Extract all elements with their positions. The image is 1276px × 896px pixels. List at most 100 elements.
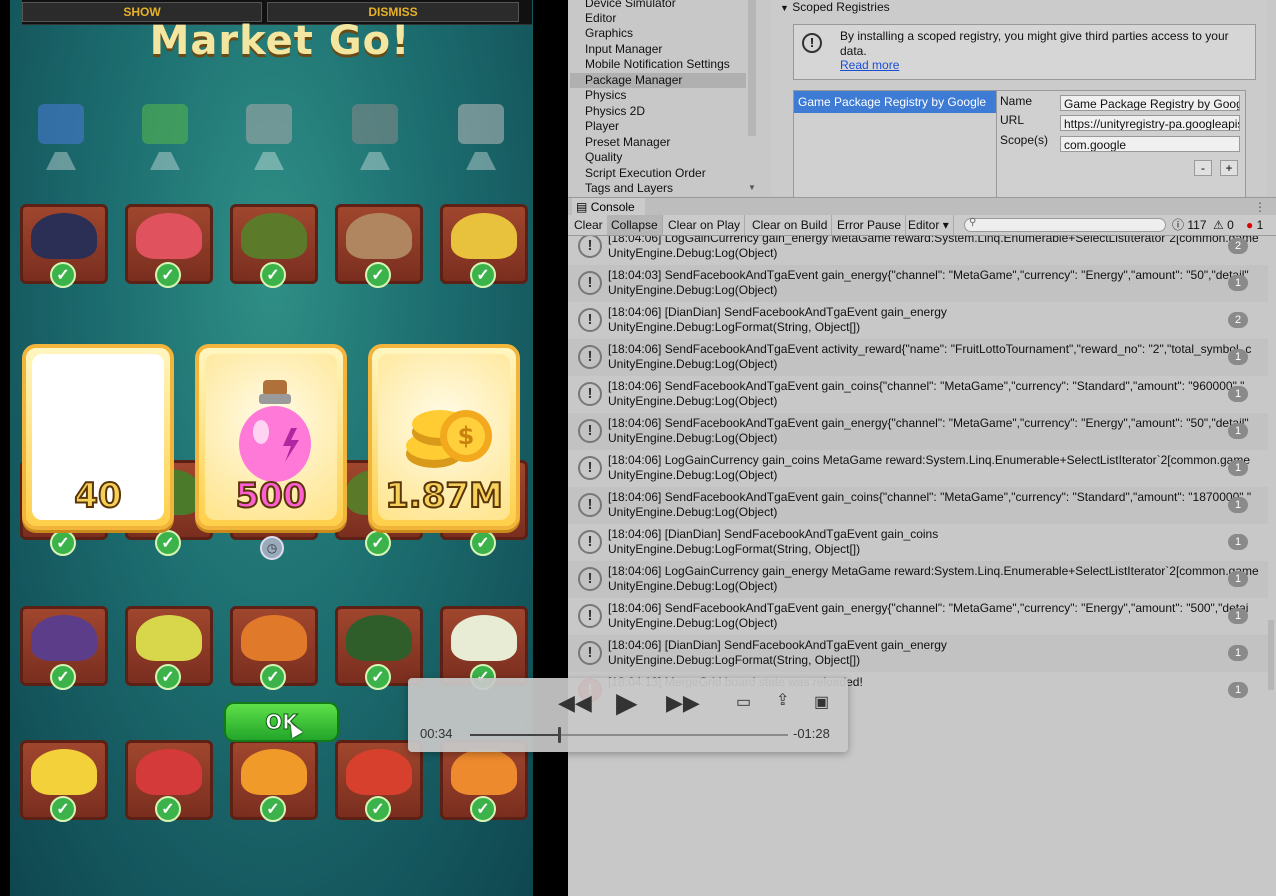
check-icon: ✓ [470, 262, 496, 288]
reward-card: $ 1.87M [368, 344, 520, 530]
check-icon: ✓ [155, 530, 181, 556]
settings-item-physics-2d[interactable]: Physics 2D [585, 104, 645, 119]
progress-handle[interactable] [558, 727, 562, 743]
fast-forward-icon[interactable]: ▶▶ [666, 690, 700, 716]
gift-box-icon [352, 104, 398, 144]
clear-on-build-button[interactable]: Clear on Build [748, 215, 833, 235]
gift-box-icon [38, 104, 84, 144]
console-log-row[interactable]: ! [18:04:06] LogGainCurrency gain_energy … [568, 561, 1268, 598]
log-count-badge: 1 [1228, 608, 1248, 624]
warning-count-toggle[interactable]: ⚠ 0 [1213, 217, 1234, 233]
settings-item-graphics[interactable]: Graphics [585, 26, 633, 41]
settings-item-tags-and-layers[interactable]: Tags and Layers [585, 181, 673, 196]
clear-on-play-button[interactable]: Clear on Play [664, 215, 746, 235]
settings-item-mobile-notification-settings[interactable]: Mobile Notification Settings [585, 57, 730, 72]
warning-icon: ! [578, 641, 602, 665]
log-stacktrace: UnityEngine.Debug:Log(Object) [608, 357, 778, 371]
log-stacktrace: UnityEngine.Debug:Log(Object) [608, 246, 778, 260]
gold-coins-icon: $ [406, 410, 492, 468]
more-options-icon[interactable]: ⋮ [1254, 200, 1266, 214]
log-stacktrace: UnityEngine.Debug:Log(Object) [608, 394, 778, 408]
settings-item-preset-manager[interactable]: Preset Manager [585, 135, 670, 150]
gift-box-icon [458, 104, 504, 144]
game-title: Market Go! [149, 18, 411, 64]
console-log-row[interactable]: ! [18:04:06] [DianDian] SendFacebookAndTg… [568, 635, 1268, 672]
share-icon[interactable]: ⇪ [776, 690, 789, 710]
log-count-toggle[interactable]: ⓘ 117 [1172, 217, 1207, 233]
energy-potion-icon [239, 380, 311, 482]
console-log-row[interactable]: ! [18:04:06] SendFacebookAndTgaEvent acti… [568, 339, 1268, 376]
ok-button[interactable]: OK [224, 702, 339, 742]
scope-field[interactable]: com.google [1060, 136, 1240, 152]
scroll-down-arrow-icon[interactable]: ▼ [748, 183, 756, 192]
scoped-registries-header[interactable]: ▼ Scoped Registries [780, 0, 890, 14]
registry-list-item[interactable]: Game Package Registry by Google [794, 91, 996, 113]
settings-item-editor[interactable]: Editor [585, 11, 616, 26]
console-log-row[interactable]: ! [18:04:06] [DianDian] SendFacebookAndTg… [568, 302, 1268, 339]
name-field[interactable]: Game Package Registry by Google [1060, 95, 1240, 111]
warning-icon: ! [578, 236, 602, 258]
gift-box-icon [246, 104, 292, 144]
console-log-row[interactable]: ! [18:04:06] SendFacebookAndTgaEvent gain… [568, 598, 1268, 635]
settings-item-package-manager[interactable]: Package Manager [570, 73, 746, 88]
log-count-badge: 1 [1228, 386, 1248, 402]
settings-item-physics[interactable]: Physics [585, 88, 626, 103]
check-icon: ✓ [50, 664, 76, 690]
settings-item-device-simulator[interactable]: Device Simulator [585, 0, 676, 11]
remove-registry-button[interactable]: - [1194, 160, 1212, 176]
settings-item-input-manager[interactable]: Input Manager [585, 42, 662, 57]
video-progress-bar[interactable] [470, 727, 788, 743]
console-log-row[interactable]: ! [18:04:03] SendFacebookAndTgaEvent gain… [568, 265, 1268, 302]
log-count-badge: 1 [1228, 349, 1248, 365]
console-scrollbar[interactable] [1268, 620, 1274, 690]
foldout-arrow-icon[interactable]: ▼ [780, 3, 789, 13]
collapse-button[interactable]: Collapse [607, 215, 663, 235]
clock-icon: ◷ [260, 536, 284, 560]
check-icon: ✓ [365, 262, 391, 288]
console-tab[interactable]: ▤ Console [572, 198, 645, 216]
settings-item-quality[interactable]: Quality [585, 150, 622, 165]
warning-icon: ! [578, 604, 602, 628]
console-log-row[interactable]: ! [18:04:06] SendFacebookAndTgaEvent gain… [568, 376, 1268, 413]
rewind-icon[interactable]: ◀◀ [558, 690, 592, 716]
log-count-badge: 2 [1228, 238, 1248, 254]
clear-button[interactable]: Clear [570, 215, 608, 235]
log-message: [18:04:06] [DianDian] SendFacebookAndTga… [608, 305, 947, 319]
scoped-registry-info-box: ! By installing a scoped registry, you m… [793, 24, 1256, 80]
console-log-row[interactable]: ! [18:04:06] LogGainCurrency gain_coins M… [568, 450, 1268, 487]
log-count-badge: 2 [1228, 312, 1248, 328]
warning-icon: ! [578, 493, 602, 517]
info-text: By installing a scoped registry, you mig… [840, 29, 1229, 58]
console-search-input[interactable]: ⚲ [964, 217, 1166, 232]
add-registry-button[interactable]: + [1220, 160, 1238, 176]
project-settings-list: Device Simulator Editor Graphics Input M… [568, 0, 756, 196]
video-player-controls: ◀◀ ▶ ▶▶ ▭ ⇪ ▣ 00:34 -01:28 [408, 678, 848, 752]
log-message: [18:04:06] LogGainCurrency gain_energy M… [608, 236, 1259, 245]
console-log-list: ! [18:04:06] LogGainCurrency gain_energy … [568, 236, 1268, 706]
check-icon: ✓ [260, 664, 286, 690]
scope-label: Scope(s) [1000, 133, 1049, 147]
airplay-icon[interactable]: ▭ [736, 692, 751, 712]
console-log-row[interactable]: ! [18:04:06] LogGainCurrency gain_energy … [568, 236, 1268, 265]
settings-item-player[interactable]: Player [585, 119, 619, 134]
error-count-toggle[interactable]: ● 1 [1246, 217, 1263, 233]
check-icon: ✓ [260, 262, 286, 288]
gift-box-icon [142, 104, 188, 144]
check-icon: ✓ [260, 796, 286, 822]
svg-text:$: $ [458, 422, 475, 450]
console-log-row[interactable]: ! [18:04:06] [DianDian] SendFacebookAndTg… [568, 524, 1268, 561]
settings-scrollbar[interactable] [748, 0, 756, 136]
error-pause-button[interactable]: Error Pause [833, 215, 907, 235]
editor-dropdown[interactable]: Editor ▾ [904, 215, 954, 235]
log-message: [18:04:06] SendFacebookAndTgaEvent gain_… [608, 416, 1249, 430]
settings-item-script-execution-order[interactable]: Script Execution Order [585, 166, 706, 181]
read-more-link[interactable]: Read more [840, 58, 899, 72]
warning-icon: ! [578, 530, 602, 554]
console-log-row[interactable]: ! [18:04:06] SendFacebookAndTgaEvent gain… [568, 413, 1268, 450]
url-field[interactable]: https://unityregistry-pa.googleapis.com [1060, 115, 1240, 131]
picture-in-picture-icon[interactable]: ▣ [814, 692, 829, 712]
warning-icon: ! [578, 271, 602, 295]
play-icon[interactable]: ▶ [616, 686, 638, 719]
console-log-row[interactable]: ! [18:04:06] SendFacebookAndTgaEvent gain… [568, 487, 1268, 524]
search-icon: ⚲ [969, 217, 977, 228]
